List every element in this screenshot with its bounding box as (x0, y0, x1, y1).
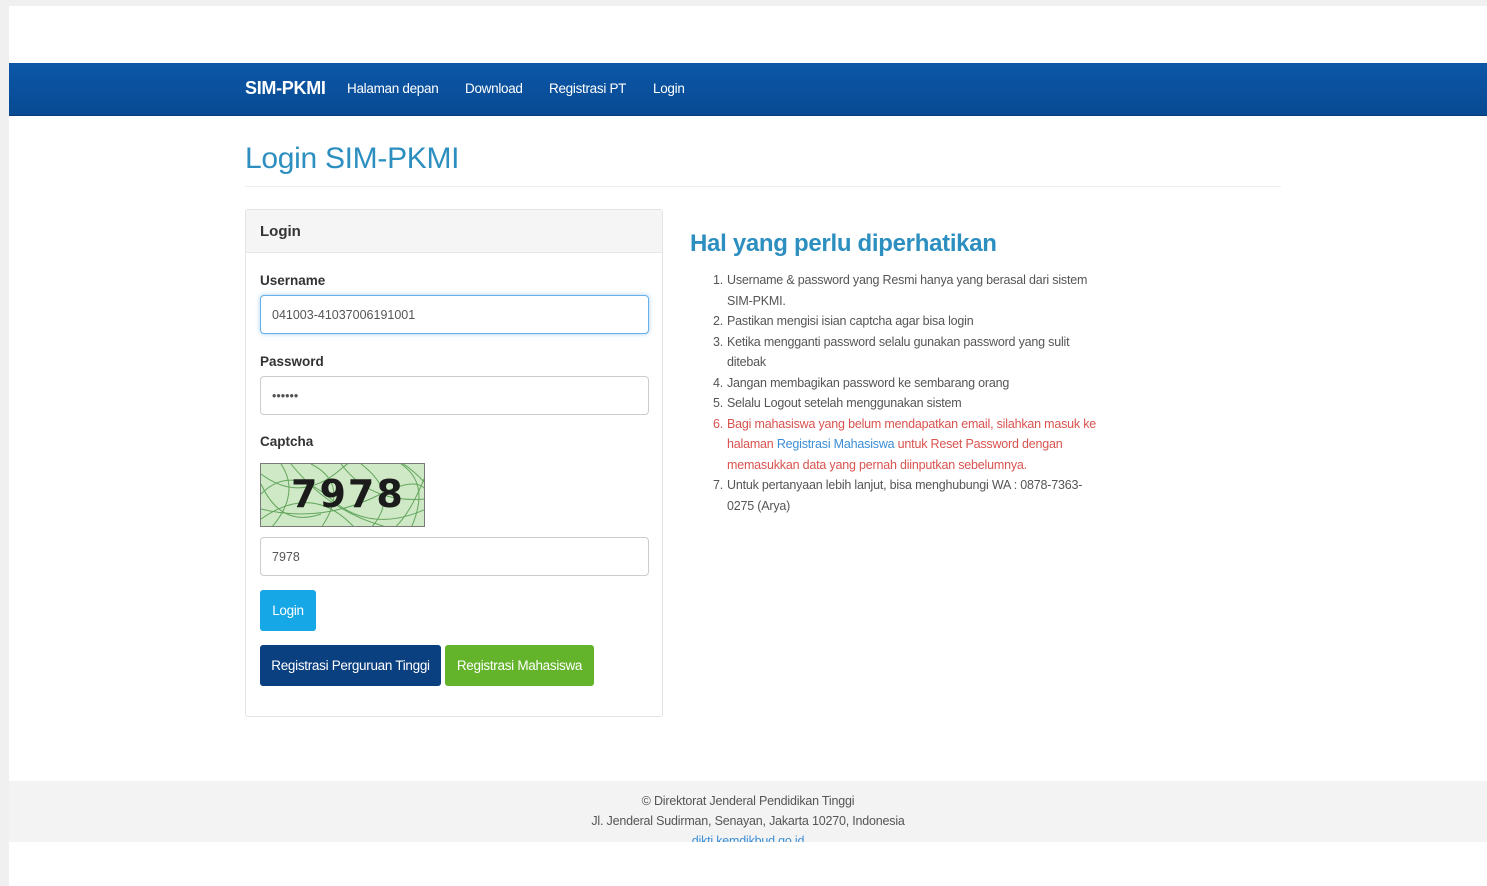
captcha-label: Captcha (260, 434, 314, 449)
footer: © Direktorat Jenderal Pendidikan Tinggi … (9, 781, 1487, 842)
navbar: SIM-PKMI Halaman depan Download Registra… (9, 63, 1487, 116)
note-item-warning: 6. Bagi mahasiswa yang belum mendapatkan … (713, 416, 1097, 472)
note-item: 7. Untuk pertanyaan lebih lanjut, bisa me… (713, 478, 1083, 513)
login-panel-heading: Login (246, 210, 662, 253)
note-item: 2. Pastikan mengisi isian captcha agar bi… (713, 314, 974, 328)
register-university-button[interactable]: Registrasi Perguruan Tinggi (260, 645, 441, 686)
footer-copyright: © Direktorat Jenderal Pendidikan Tinggi (641, 794, 855, 808)
notes-title: Hal yang perlu diperhatikan (690, 230, 997, 257)
page-title: Login SIM-PKMI (245, 142, 460, 175)
username-input[interactable] (260, 295, 649, 334)
registrasi-mahasiswa-link[interactable]: Registrasi Mahasiswa (777, 437, 895, 451)
notes-list: 1. Username & password yang Resmi hanya y… (709, 270, 1109, 516)
footer-address: Jl. Jenderal Sudirman, Senayan, Jakarta … (591, 814, 905, 828)
captcha-image: 7978 (260, 463, 425, 527)
nav-link-registrasi-pt[interactable]: Registrasi PT (549, 81, 626, 96)
login-panel: Login Username Password Captcha (245, 209, 663, 717)
page: SIM-PKMI Halaman depan Download Registra… (9, 6, 1487, 886)
navbar-brand[interactable]: SIM-PKMI (245, 78, 326, 99)
captcha-text: 7978 (291, 472, 405, 516)
register-student-button[interactable]: Registrasi Mahasiswa (445, 645, 594, 686)
nav-link-halaman-depan[interactable]: Halaman depan (347, 81, 439, 96)
note-item: 5. Selalu Logout setelah menggunakan sist… (713, 396, 962, 410)
nav-link-download[interactable]: Download (465, 81, 523, 96)
password-label: Password (260, 354, 324, 369)
login-button[interactable]: Login (260, 590, 316, 631)
captcha-input[interactable] (260, 537, 649, 576)
note-item: 1. Username & password yang Resmi hanya y… (713, 273, 1088, 308)
note-item: 3. Ketika mengganti password selalu gunak… (713, 334, 1070, 370)
password-input[interactable] (260, 376, 649, 415)
note-item: 4. Jangan membagikan password ke sembaran… (713, 375, 1010, 390)
footer-link[interactable]: dikti.kemdikbud.go.id (692, 834, 805, 842)
nav-link-login[interactable]: Login (653, 81, 685, 96)
username-label: Username (260, 273, 326, 288)
divider (245, 186, 1281, 187)
